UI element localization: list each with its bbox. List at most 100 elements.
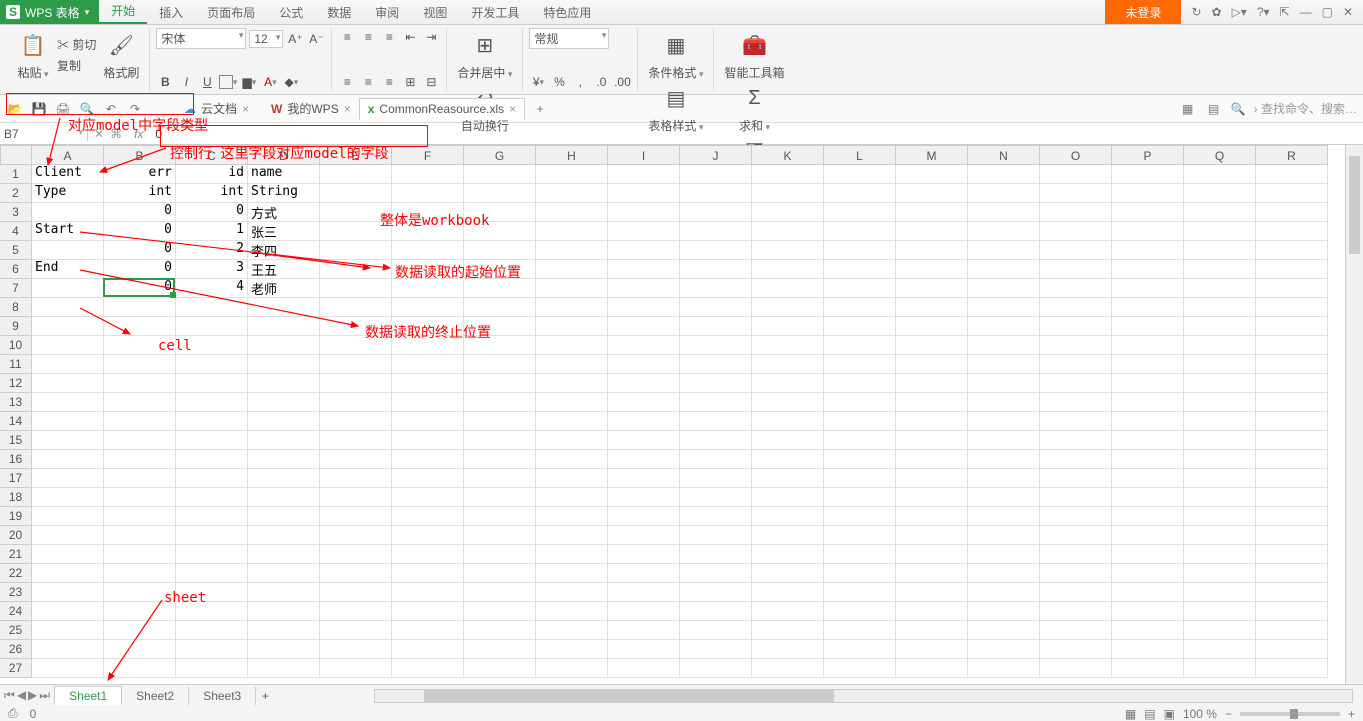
cell-R15[interactable] [1256,431,1328,450]
cell-D1[interactable]: name [248,165,320,184]
cond-format-icon[interactable]: ▦ [659,28,693,62]
new-sheet-icon[interactable]: + [256,687,274,705]
col-header-H[interactable]: H [536,145,608,165]
cell-L5[interactable] [824,241,896,260]
cell-R16[interactable] [1256,450,1328,469]
dist-h-icon[interactable]: ⊞ [401,73,419,91]
cell-Q16[interactable] [1184,450,1256,469]
cell-B1[interactable]: err [104,165,176,184]
cell-C21[interactable] [176,545,248,564]
cell-A5[interactable] [32,241,104,260]
cell-K8[interactable] [752,298,824,317]
cell-O25[interactable] [1040,621,1112,640]
cell-M15[interactable] [896,431,968,450]
vertical-scrollbar[interactable] [1345,145,1363,691]
cell-P6[interactable] [1112,260,1184,279]
cell-A18[interactable] [32,488,104,507]
menu-tab-4[interactable]: 数据 [315,0,363,24]
col-header-P[interactable]: P [1112,145,1184,165]
help-icon[interactable]: ?▾ [1257,5,1270,19]
cell-K26[interactable] [752,640,824,659]
cell-L15[interactable] [824,431,896,450]
cell-B17[interactable] [104,469,176,488]
cell-J24[interactable] [680,602,752,621]
cell-E25[interactable] [320,621,392,640]
cell-P24[interactable] [1112,602,1184,621]
cell-I12[interactable] [608,374,680,393]
cell-R8[interactable] [1256,298,1328,317]
cell-M19[interactable] [896,507,968,526]
fx-link-icon[interactable]: ⌘ [110,127,122,141]
cell-O12[interactable] [1040,374,1112,393]
sheet-prev-icon[interactable]: ◀ [17,688,26,703]
cell-C12[interactable] [176,374,248,393]
row-header-21[interactable]: 21 [0,545,32,564]
cell-A27[interactable] [32,659,104,678]
cell-O22[interactable] [1040,564,1112,583]
cell-R26[interactable] [1256,640,1328,659]
cell-Q12[interactable] [1184,374,1256,393]
cell-H21[interactable] [536,545,608,564]
cell-N2[interactable] [968,184,1040,203]
sheet-tab-Sheet1[interactable]: Sheet1 [54,686,122,705]
cell-J2[interactable] [680,184,752,203]
cell-K25[interactable] [752,621,824,640]
cell-L20[interactable] [824,526,896,545]
list-view-icon[interactable]: ▤ [1205,100,1223,118]
indent-inc-icon[interactable]: ⇥ [422,28,440,46]
menu-tab-7[interactable]: 开发工具 [459,0,531,24]
cell-B11[interactable] [104,355,176,374]
cell-P13[interactable] [1112,393,1184,412]
cell-H12[interactable] [536,374,608,393]
cell-F1[interactable] [392,165,464,184]
view-layout-icon[interactable]: ▤ [1144,707,1155,721]
cell-B20[interactable] [104,526,176,545]
cell-K10[interactable] [752,336,824,355]
cell-E17[interactable] [320,469,392,488]
align-middle-icon[interactable]: ≡ [359,28,377,46]
cell-C5[interactable]: 2 [176,241,248,260]
cell-I11[interactable] [608,355,680,374]
cell-M3[interactable] [896,203,968,222]
cell-H20[interactable] [536,526,608,545]
cell-B9[interactable] [104,317,176,336]
cell-L16[interactable] [824,450,896,469]
cell-B13[interactable] [104,393,176,412]
col-header-F[interactable]: F [392,145,464,165]
cell-B12[interactable] [104,374,176,393]
sheet-last-icon[interactable]: ⏭ [39,688,50,703]
row-header-23[interactable]: 23 [0,583,32,602]
cell-E10[interactable] [320,336,392,355]
sheet-tab-Sheet3[interactable]: Sheet3 [189,687,256,705]
maximize-icon[interactable]: ▢ [1322,5,1333,19]
cell-I19[interactable] [608,507,680,526]
row-header-27[interactable]: 27 [0,659,32,678]
cloud-doc-tab[interactable]: ☁ 云文档 × [176,98,257,119]
cell-P27[interactable] [1112,659,1184,678]
row-header-8[interactable]: 8 [0,298,32,317]
cell-G11[interactable] [464,355,536,374]
sheet-next-icon[interactable]: ▶ [28,688,37,703]
cell-H9[interactable] [536,317,608,336]
sum-icon[interactable]: Σ [737,81,771,115]
cell-A16[interactable] [32,450,104,469]
cell-G24[interactable] [464,602,536,621]
cell-D12[interactable] [248,374,320,393]
col-header-N[interactable]: N [968,145,1040,165]
cell-D23[interactable] [248,583,320,602]
cell-F17[interactable] [392,469,464,488]
cell-E1[interactable] [320,165,392,184]
cell-R21[interactable] [1256,545,1328,564]
cell-I27[interactable] [608,659,680,678]
cell-P20[interactable] [1112,526,1184,545]
cell-F7[interactable] [392,279,464,298]
cell-I13[interactable] [608,393,680,412]
cell-R13[interactable] [1256,393,1328,412]
cell-E27[interactable] [320,659,392,678]
cell-L13[interactable] [824,393,896,412]
cell-A4[interactable]: Start [32,222,104,241]
cell-C25[interactable] [176,621,248,640]
cell-M5[interactable] [896,241,968,260]
cell-R1[interactable] [1256,165,1328,184]
cell-I15[interactable] [608,431,680,450]
